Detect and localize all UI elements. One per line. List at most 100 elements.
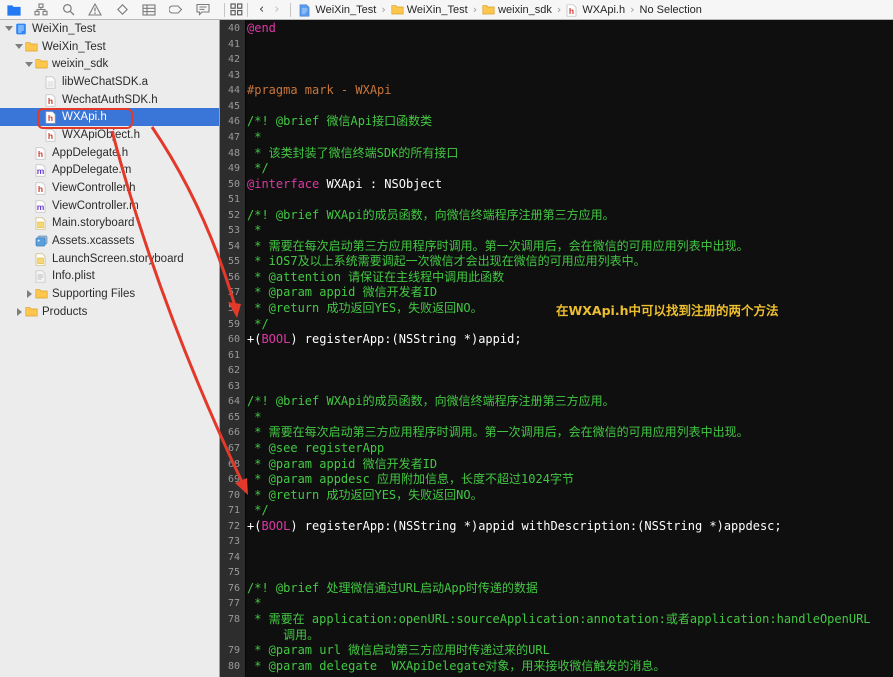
svg-text:m: m bbox=[37, 202, 45, 212]
code-line: 67 * @see registerApp bbox=[220, 441, 893, 457]
divider bbox=[290, 2, 292, 17]
sidebar-item-info-plist[interactable]: Info.plist bbox=[0, 268, 219, 286]
sidebar-item-supporting-files[interactable]: Supporting Files bbox=[0, 285, 219, 303]
report-navigator-icon[interactable] bbox=[196, 3, 210, 17]
breadcrumb-separator: › bbox=[381, 3, 386, 16]
breadcrumb-item[interactable]: No Selection bbox=[640, 4, 702, 16]
symbol-navigator-icon[interactable] bbox=[34, 3, 48, 17]
sidebar-item-label: Products bbox=[42, 305, 88, 318]
code-text: /*! @brief WXApi的成员函数，向微信终端程序注册第三方应用。 bbox=[247, 207, 615, 222]
breadcrumb: WeiXin_Test › WeiXin_Test › weixin_sdk › h WXAp… bbox=[299, 3, 702, 17]
line-number: 66 bbox=[227, 427, 240, 439]
project-navigator-icon[interactable] bbox=[7, 3, 21, 17]
h-file-icon: h bbox=[45, 129, 57, 142]
sidebar-item-viewcontroller-m[interactable]: m ViewController.m bbox=[0, 197, 219, 215]
code-text: * @return 成功返回YES，失败返回NO。 bbox=[247, 487, 483, 502]
line-number bbox=[220, 628, 243, 644]
jump-bar: ‹ › WeiXin_Test › WeiXin_Test › weixin_sdk › h… bbox=[252, 0, 702, 19]
forward-chevron-icon[interactable]: › bbox=[271, 3, 282, 16]
line-number: 59 bbox=[227, 318, 240, 330]
disclosure-triangle-icon[interactable] bbox=[24, 290, 34, 299]
sidebar-item-label: Supporting Files bbox=[52, 288, 136, 301]
code-text: #pragma mark - WXApi bbox=[247, 83, 392, 98]
code-line: 60 +(BOOL) registerApp:(NSString *)appid; bbox=[220, 332, 893, 348]
sidebar-item-main-storyboard[interactable]: Main.storyboard bbox=[0, 215, 219, 233]
sidebar-item-appdelegate-m[interactable]: m AppDelegate.m bbox=[0, 162, 219, 180]
code-text: */ bbox=[247, 503, 269, 518]
code-line: 45 bbox=[220, 99, 893, 115]
find-navigator-icon[interactable] bbox=[61, 3, 75, 17]
line-number: 52 bbox=[227, 209, 240, 221]
folder-file-icon bbox=[25, 41, 38, 53]
h-file-icon: h bbox=[45, 94, 57, 107]
code-text: * 该类封装了微信终端SDK的所有接口 bbox=[247, 145, 459, 160]
archive-file-icon bbox=[45, 76, 57, 89]
breakpoint-navigator-icon[interactable] bbox=[169, 3, 183, 17]
disclosure-triangle-icon[interactable] bbox=[14, 44, 24, 50]
sidebar-item-weixin-test[interactable]: WeiXin_Test bbox=[0, 20, 219, 38]
issue-navigator-icon[interactable] bbox=[88, 3, 102, 17]
line-number: 61 bbox=[227, 349, 240, 361]
line-number: 46 bbox=[227, 116, 240, 128]
line-number: 60 bbox=[227, 334, 240, 346]
line-number: 41 bbox=[227, 38, 240, 50]
sidebar-item-viewcontroller-h[interactable]: h ViewController.h bbox=[0, 179, 219, 197]
test-navigator-icon[interactable] bbox=[115, 3, 129, 17]
sidebar-item-label: WeiXin_Test bbox=[32, 22, 96, 35]
breadcrumb-item[interactable]: WeiXin_Test bbox=[299, 3, 377, 17]
code-text: 调用。 bbox=[247, 627, 320, 642]
sidebar-item-weixin-test[interactable]: WeiXin_Test bbox=[0, 38, 219, 56]
code-line: 47 * bbox=[220, 130, 893, 146]
line-number: 45 bbox=[227, 100, 240, 112]
line-number: 47 bbox=[227, 132, 240, 144]
navigator-and-jump-bar: ‹ › WeiXin_Test › WeiXin_Test › weixin_sdk › h… bbox=[0, 0, 893, 20]
folder-file-icon bbox=[25, 306, 38, 318]
related-items-icon[interactable] bbox=[229, 3, 243, 17]
sidebar-item-weixin-sdk[interactable]: weixin_sdk bbox=[0, 55, 219, 73]
code-line: 55 * iOS7及以上系统需要调起一次微信才会出现在微信的可用应用列表中。 bbox=[220, 254, 893, 270]
breadcrumb-item[interactable]: WeiXin_Test bbox=[391, 4, 468, 16]
disclosure-triangle-icon[interactable] bbox=[14, 307, 24, 316]
line-number: 54 bbox=[227, 240, 240, 252]
sidebar-item-products[interactable]: Products bbox=[0, 303, 219, 321]
breadcrumb-item[interactable]: h WXApi.h bbox=[566, 4, 625, 17]
disclosure-triangle-icon[interactable] bbox=[4, 26, 14, 32]
debug-navigator-icon[interactable] bbox=[142, 3, 156, 17]
m-file-icon: m bbox=[35, 200, 47, 213]
breadcrumb-label: WeiXin_Test bbox=[406, 3, 468, 16]
divider bbox=[247, 2, 248, 17]
code-text: * @return 成功返回YES，失败返回NO。 bbox=[247, 301, 483, 316]
sidebar-item-label: WeiXin_Test bbox=[42, 40, 106, 53]
breadcrumb-separator: › bbox=[472, 3, 478, 16]
line-number: 68 bbox=[227, 458, 240, 470]
code-line: 69 * @param appdesc 应用附加信息，长度不超过1024字节 bbox=[220, 472, 893, 488]
sidebar-item-appdelegate-h[interactable]: h AppDelegate.h bbox=[0, 144, 219, 162]
breadcrumb-label: WeiXin_Test bbox=[315, 3, 377, 16]
code-text: * bbox=[247, 596, 262, 611]
line-number: 58 bbox=[227, 303, 240, 315]
line-number: 42 bbox=[227, 54, 240, 66]
xcode-window: ‹ › WeiXin_Test › WeiXin_Test › weixin_sdk › h… bbox=[0, 0, 893, 677]
code-text: * iOS7及以上系统需要调起一次微信才会出现在微信的可用应用列表中。 bbox=[247, 254, 646, 269]
sidebar-item-launchscreen-storyboard[interactable]: LaunchScreen.storyboard bbox=[0, 250, 219, 268]
disclosure-triangle-icon[interactable] bbox=[24, 61, 34, 67]
code-text: * @see registerApp bbox=[247, 440, 385, 455]
breadcrumb-item[interactable]: weixin_sdk bbox=[482, 4, 552, 16]
code-text: */ bbox=[247, 316, 269, 331]
sidebar-item-label: libWeChatSDK.a bbox=[62, 75, 149, 88]
back-chevron-icon[interactable]: ‹ bbox=[256, 3, 267, 16]
source-editor[interactable]: 40 @end 41 42 43 44 #pragma mark - WXApi 45 46 /*… bbox=[220, 20, 893, 677]
sidebar-item-wechatauthsdk-h[interactable]: h WechatAuthSDK.h bbox=[0, 91, 219, 109]
line-number: 80 bbox=[227, 660, 240, 672]
sidebar-item-libwechatsdk-a[interactable]: libWeChatSDK.a bbox=[0, 73, 219, 91]
sidebar-item-label: Assets.xcassets bbox=[52, 235, 135, 248]
sidebar-item-assets-xcassets[interactable]: Assets.xcassets bbox=[0, 232, 219, 250]
yellow-annotation-text: 在WXApi.h中可以找到注册的两个方法 bbox=[556, 303, 779, 318]
code-text: */ bbox=[247, 161, 269, 176]
code-text: * @param delegate WXApiDelegate对象，用来接收微信… bbox=[247, 658, 666, 673]
code-line: 63 bbox=[220, 379, 893, 395]
